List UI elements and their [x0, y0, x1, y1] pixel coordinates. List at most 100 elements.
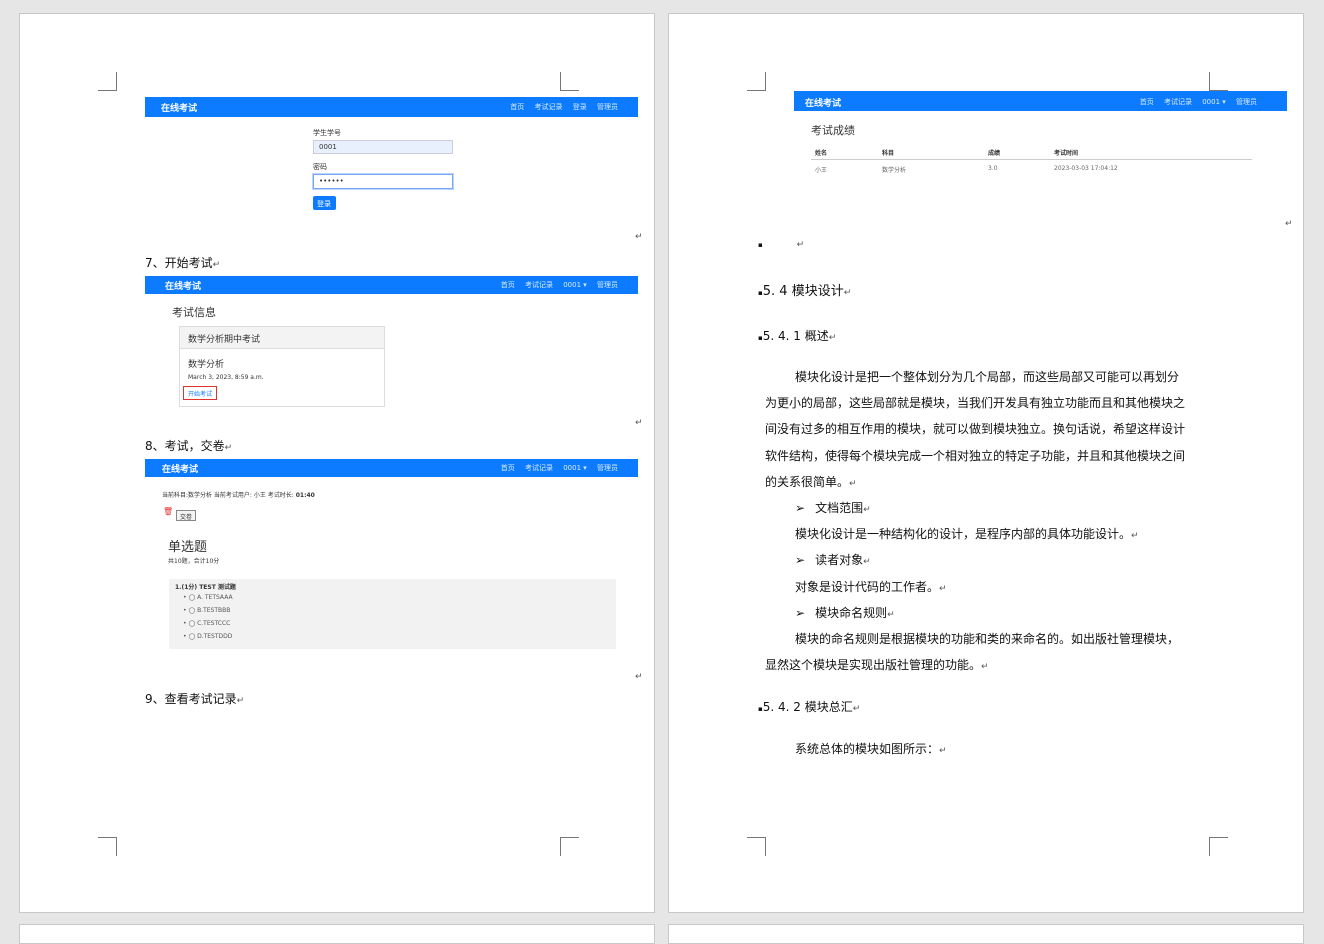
table-row: 小王 数学分析 3.0 2023-03-03 17:04:12	[811, 160, 1252, 178]
paragraph-mark: ↵	[852, 704, 861, 714]
section-title: 单选题	[168, 540, 208, 555]
bullet-readers-label: 读者对象	[815, 553, 864, 567]
nav-links: 首页 考试记录 0001 ▾ 管理员	[1132, 97, 1257, 107]
cell-subject: 数学分析	[882, 167, 907, 174]
exam-status-line: 当前科目:数学分析 当前考试用户: 小王 考试时长: 01:40	[162, 490, 315, 499]
crop-mark-bottom-right	[560, 837, 579, 856]
header-time: 考试时间	[1054, 150, 1079, 157]
crop-mark-top-left	[98, 72, 117, 91]
arrow-bullet-icon: ➢	[795, 553, 806, 567]
nav-records[interactable]: 考试记录	[535, 103, 563, 111]
step-7-text: 7、开始考试	[145, 256, 213, 270]
exam-status-text: 当前科目:数学分析 当前考试用户: 小王 考试时长:	[162, 492, 294, 499]
brand-label: 在线考试	[162, 465, 199, 475]
nav-admin[interactable]: 管理员	[1236, 98, 1257, 106]
option-d[interactable]: • ◯ D.TESTDDD	[183, 633, 232, 640]
paragraph-mark: ↵	[635, 418, 643, 428]
header-subject: 科目	[882, 150, 895, 157]
bullet-doc-scope: ➢ 文档范围↵	[795, 499, 871, 516]
paragraph-mark: ↵	[939, 584, 947, 594]
nav-login[interactable]: 登录	[573, 103, 587, 111]
score-table: 姓名 科目 成绩 考试时间 小王 数学分析 3.0 2023-03-03 17:…	[811, 143, 1252, 183]
paragraph-mark: ↵	[981, 662, 989, 672]
exam-screenshot: 在线考试 首页 考试记录 0001 ▾ 管理员 当前科目:数学分析 当前考试用户…	[145, 459, 638, 654]
nav-records[interactable]: 考试记录	[1164, 98, 1192, 106]
naming-line-2: 显然这个模块是实现出版社管理的功能。	[765, 658, 982, 672]
document-page-right: 在线考试 首页 考试记录 0001 ▾ 管理员 考试成绩 姓名 科目 成绩 考试…	[668, 13, 1304, 913]
nav-admin[interactable]: 管理员	[597, 103, 618, 111]
password-value: ••••••	[319, 177, 344, 185]
navbar: 在线考试 首页 考试记录 0001 ▾ 管理员	[145, 459, 638, 477]
navbar: 在线考试 首页 考试记录 0001 ▾ 管理员	[794, 91, 1287, 111]
login-button[interactable]: 登录	[313, 196, 336, 210]
exam-date: March 3, 2023, 8:59 a.m.	[188, 374, 264, 381]
next-page-left-edge	[19, 924, 655, 944]
paragraph-mark: ↵	[236, 696, 245, 706]
nav-home[interactable]: 首页	[1140, 98, 1154, 106]
password-field[interactable]: ••••••	[313, 174, 453, 189]
nav-user-dropdown[interactable]: 0001 ▾	[1202, 98, 1226, 106]
paragraph-mark: ↵	[939, 746, 947, 756]
naming-line-2-wrap: 显然这个模块是实现出版社管理的功能。↵	[765, 656, 989, 673]
paragraph-mark: ↵	[887, 610, 895, 620]
exam-card-title: 数学分析期中考试	[188, 335, 261, 345]
document-page-left: 在线考试 首页 考试记录 登录 管理员 学生学号 0001 密码 •••••• …	[19, 13, 655, 913]
start-exam-button[interactable]: 开始考试	[183, 386, 217, 400]
section-5-4-text: 5. 4 模块设计	[762, 284, 844, 299]
nav-user-dropdown[interactable]: 0001 ▾	[563, 464, 587, 472]
option-b[interactable]: • ◯ B.TESTBBB	[183, 607, 230, 614]
crop-mark-top-right	[1209, 72, 1228, 91]
paragraph-mark: ↵	[635, 672, 643, 682]
section-5-4-2-heading: ▪5. 4. 2 模块总汇↵	[758, 698, 860, 715]
nav-admin[interactable]: 管理员	[597, 281, 618, 289]
last-paragraph-wrap: 系统总体的模块如图所示：↵	[795, 740, 947, 757]
nav-home[interactable]: 首页	[501, 281, 515, 289]
nav-records[interactable]: 考试记录	[525, 464, 553, 472]
bullet-naming: ➢ 模块命名规则↵	[795, 604, 895, 621]
student-id-label: 学生学号	[313, 129, 341, 137]
submit-exam-button[interactable]: 交卷	[176, 510, 196, 521]
score-screenshot: 在线考试 首页 考试记录 0001 ▾ 管理员 考试成绩 姓名 科目 成绩 考试…	[794, 91, 1287, 186]
cell-score: 3.0	[988, 165, 998, 172]
navbar: 在线考试 首页 考试记录 登录 管理员	[145, 97, 638, 117]
option-c-label: C.TESTCCC	[197, 620, 231, 627]
nav-user-dropdown[interactable]: 0001 ▾	[563, 281, 587, 289]
para1-line-5-wrap: 的关系很简单。↵	[765, 473, 857, 490]
paragraph-mark: ↵	[1285, 219, 1293, 229]
arrow-bullet-icon: ➢	[795, 606, 806, 620]
step-9-heading: 9、查看考试记录↵	[145, 690, 244, 707]
nav-links: 首页 考试记录 0001 ▾ 管理员	[493, 280, 618, 290]
exam-subject: 数学分析	[188, 360, 225, 370]
brand-label: 在线考试	[165, 282, 202, 292]
bullet-doc-scope-text: 模块化设计是一种结构化的设计，是程序内部的具体功能设计。	[795, 527, 1132, 541]
nav-home[interactable]: 首页	[510, 103, 524, 111]
exam-card: 数学分析期中考试 数学分析 March 3, 2023, 8:59 a.m. 开…	[179, 326, 385, 407]
para1-line-5: 的关系很简单。	[765, 475, 850, 489]
table-header-row: 姓名 科目 成绩 考试时间	[811, 143, 1252, 160]
bullet-doc-scope-text-wrap: 模块化设计是一种结构化的设计，是程序内部的具体功能设计。↵	[795, 525, 1139, 542]
paragraph-mark: ↵	[212, 260, 221, 270]
nav-home[interactable]: 首页	[501, 464, 515, 472]
paragraph-mark: ↵	[828, 333, 837, 343]
paragraph-mark: ↵	[635, 232, 643, 242]
bullet-naming-label: 模块命名规则	[815, 606, 888, 620]
student-id-field[interactable]: 0001	[313, 140, 453, 154]
exam-card-header: 数学分析期中考试	[180, 327, 384, 349]
option-a[interactable]: • ◯ A. TETSAAA	[183, 594, 233, 601]
step-7-heading: 7、开始考试↵	[145, 254, 220, 271]
option-c[interactable]: • ◯ C.TESTCCC	[183, 620, 230, 627]
exam-info-screenshot: 在线考试 首页 考试记录 0001 ▾ 管理员 考试信息 数学分析期中考试 数学…	[145, 276, 638, 411]
section-5-4-heading: ▪5. 4 模块设计↵	[758, 280, 851, 299]
section-5-4-1-heading: ▪5. 4. 1 概述↵	[758, 327, 836, 344]
trash-icon[interactable]: 🗑	[163, 507, 173, 516]
paragraph-mark: ↵	[224, 443, 233, 453]
last-paragraph: 系统总体的模块如图所示：	[795, 742, 940, 756]
step-8-text: 8、考试，交卷	[145, 439, 225, 453]
nav-records[interactable]: 考试记录	[525, 281, 553, 289]
nav-links: 首页 考试记录 0001 ▾ 管理员	[493, 463, 618, 473]
question-box: 1.(1分) TEST 测试题 • ◯ A. TETSAAA • ◯ B.TES…	[169, 579, 616, 649]
bullet-readers-text-wrap: 对象是设计代码的工作者。↵	[795, 578, 947, 595]
para1-line-1: 模块化设计是把一个整体划分为几个局部，而这些局部又可能可以再划分	[795, 370, 1180, 384]
nav-admin[interactable]: 管理员	[597, 464, 618, 472]
paragraph-mark: ↵	[863, 557, 871, 567]
